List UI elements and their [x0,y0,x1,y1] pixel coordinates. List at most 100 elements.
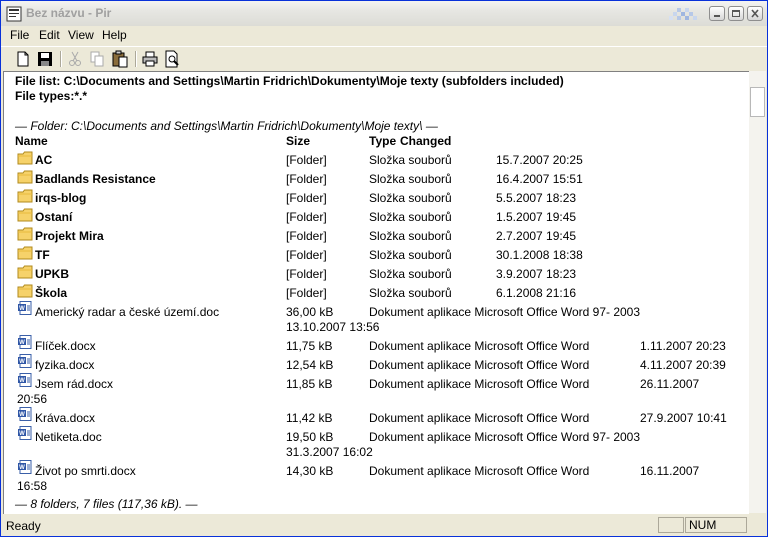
file-row[interactable]: W Jsem rád.docx 11,85 kB Dokument aplikace … [4,373,749,409]
folder-icon [17,265,33,279]
status-panel-empty [658,517,684,533]
file-types-header: File types:*.* [15,89,88,103]
folder-type: Složka souborů [369,286,452,300]
file-size: 11,85 kB [286,377,333,391]
word-document-icon: W [18,426,32,440]
file-changed: 26.11.2007 [640,377,700,391]
column-size: Size [286,134,311,148]
folder-row[interactable]: UPKB [Folder] Složka souborů 3.9.2007 18:23 [4,265,749,283]
file-size: 12,54 kB [286,358,334,372]
print-preview-icon[interactable] [163,50,181,68]
folder-row[interactable]: AC [Folder] Složka souborů 15.7.2007 20:25 [4,151,749,169]
minimize-button[interactable] [709,6,725,21]
file-changed: 4.11.2007 20:39 [640,358,726,372]
file-list-header: File list: C:\Documents and Settings\Mar… [15,74,564,88]
folder-icon [17,170,33,184]
word-document-icon: W [18,460,32,474]
print-icon[interactable] [141,50,159,68]
menu-file[interactable]: File [10,28,29,42]
folder-row[interactable]: Projekt Mira [Folder] Složka souborů 2.7.20… [4,227,749,245]
folder-changed: 1.5.2007 19:45 [496,210,577,224]
app-icon [6,6,22,22]
svg-text:W: W [19,340,25,346]
file-type: Dokument aplikace Microsoft Office Word [369,377,590,391]
word-document-icon: W [18,354,32,368]
folder-size: [Folder] [286,210,327,224]
folder-name: Škola [35,286,68,300]
title-bar[interactable]: Bez názvu - Pir [1,1,767,27]
folder-row[interactable]: Škola [Folder] Složka souborů 6.1.2008 21:1… [4,284,749,302]
file-changed-wrapped: 20:56 [17,392,48,406]
file-row[interactable]: W Flíček.docx 11,75 kB Dokument aplikace Mi… [4,335,749,355]
close-button[interactable] [747,6,763,21]
file-row[interactable]: Wfyzika.docx 12,54 kB Dokument aplikace Mi… [4,354,749,374]
folder-changed: 5.5.2007 18:23 [496,191,577,205]
toolbar-separator [60,51,62,67]
folder-changed: 2.7.2007 19:45 [496,229,577,243]
menu-edit[interactable]: Edit [39,28,60,42]
file-row[interactable]: W Život po smrti.docx 14,30 kB Dokument apl… [4,460,749,496]
file-changed: 27.9.2007 10:41 [640,411,727,425]
file-name: Flíček.docx [35,339,96,353]
toolbar [1,46,767,71]
file-name: fyzika.docx [35,358,95,372]
folder-icon [17,208,33,222]
folder-name: UPKB [35,267,70,281]
maximize-button[interactable] [728,6,744,21]
svg-text:W: W [19,306,25,312]
cut-icon[interactable] [66,50,84,68]
folder-name: irqs-blog [35,191,87,205]
folder-icon [17,227,33,241]
close-icon [751,9,759,18]
folder-icon [17,189,33,203]
file-type: Dokument aplikace Microsoft Office Word … [369,430,641,444]
folder-type: Složka souborů [369,229,452,243]
titlebar-pattern-icon [669,8,697,20]
folder-row[interactable]: irqs-blog [Folder] Složka souborů 5.5.2007 … [4,189,749,207]
svg-text:W: W [19,431,25,437]
word-document-icon: W [18,407,32,421]
folder-icon [17,246,33,260]
status-bar: Ready NUM [1,515,767,536]
menu-help[interactable]: Help [102,28,127,42]
folder-row[interactable]: Ostaní [Folder] Složka souborů 1.5.2007 19:… [4,208,749,226]
file-type: Dokument aplikace Microsoft Office Word … [369,305,641,319]
save-icon[interactable] [36,50,54,68]
file-type: Dokument aplikace Microsoft Office Word [369,411,590,425]
file-name: Kráva.docx [35,411,96,425]
folder-type: Složka souborů [369,210,452,224]
folder-name: AC [35,153,53,167]
document-view[interactable]: File list: C:\Documents and Settings\Mar… [3,71,749,514]
svg-text:W: W [19,359,25,365]
toolbar-separator [135,51,137,67]
folder-size: [Folder] [286,248,327,262]
folder-changed: 15.7.2007 20:25 [496,153,583,167]
file-row[interactable]: W Americký radar a české území.doc 36,00 k… [4,301,749,337]
window-title: Bez názvu - Pir [26,6,112,20]
menu-view[interactable]: View [68,28,94,42]
file-size: 19,50 kB [286,430,334,444]
file-type: Dokument aplikace Microsoft Office Word [369,339,590,353]
folder-type: Složka souborů [369,248,452,262]
file-name: Americký radar a české území.doc [35,305,220,319]
copy-icon[interactable] [88,50,106,68]
column-name: Name [15,134,48,148]
column-changed: Changed [400,134,452,148]
folder-row[interactable]: TF [Folder] Složka souborů 30.1.2008 18:38 [4,246,749,264]
folder-size: [Folder] [286,229,327,243]
folder-type: Složka souborů [369,191,452,205]
minimize-icon [714,15,720,17]
vertical-scrollbar[interactable] [749,71,766,513]
file-row[interactable]: W Netiketa.doc 19,50 kB Dokument aplikace M… [4,426,749,462]
menu-bar: File Edit View Help [1,26,767,44]
folder-row[interactable]: Badlands Resistance [Folder] Složka soubor… [4,170,749,188]
scrollbar-thumb[interactable] [750,87,765,117]
file-type: Dokument aplikace Microsoft Office Word [369,358,590,372]
folder-size: [Folder] [286,267,327,281]
folder-type: Složka souborů [369,172,452,186]
new-icon[interactable] [14,50,32,68]
folder-name: Ostaní [35,210,73,224]
file-row[interactable]: W Kráva.docx 11,42 kB Dokument aplikace Mic… [4,407,749,427]
column-type: Type [369,134,397,148]
paste-icon[interactable] [111,50,129,68]
